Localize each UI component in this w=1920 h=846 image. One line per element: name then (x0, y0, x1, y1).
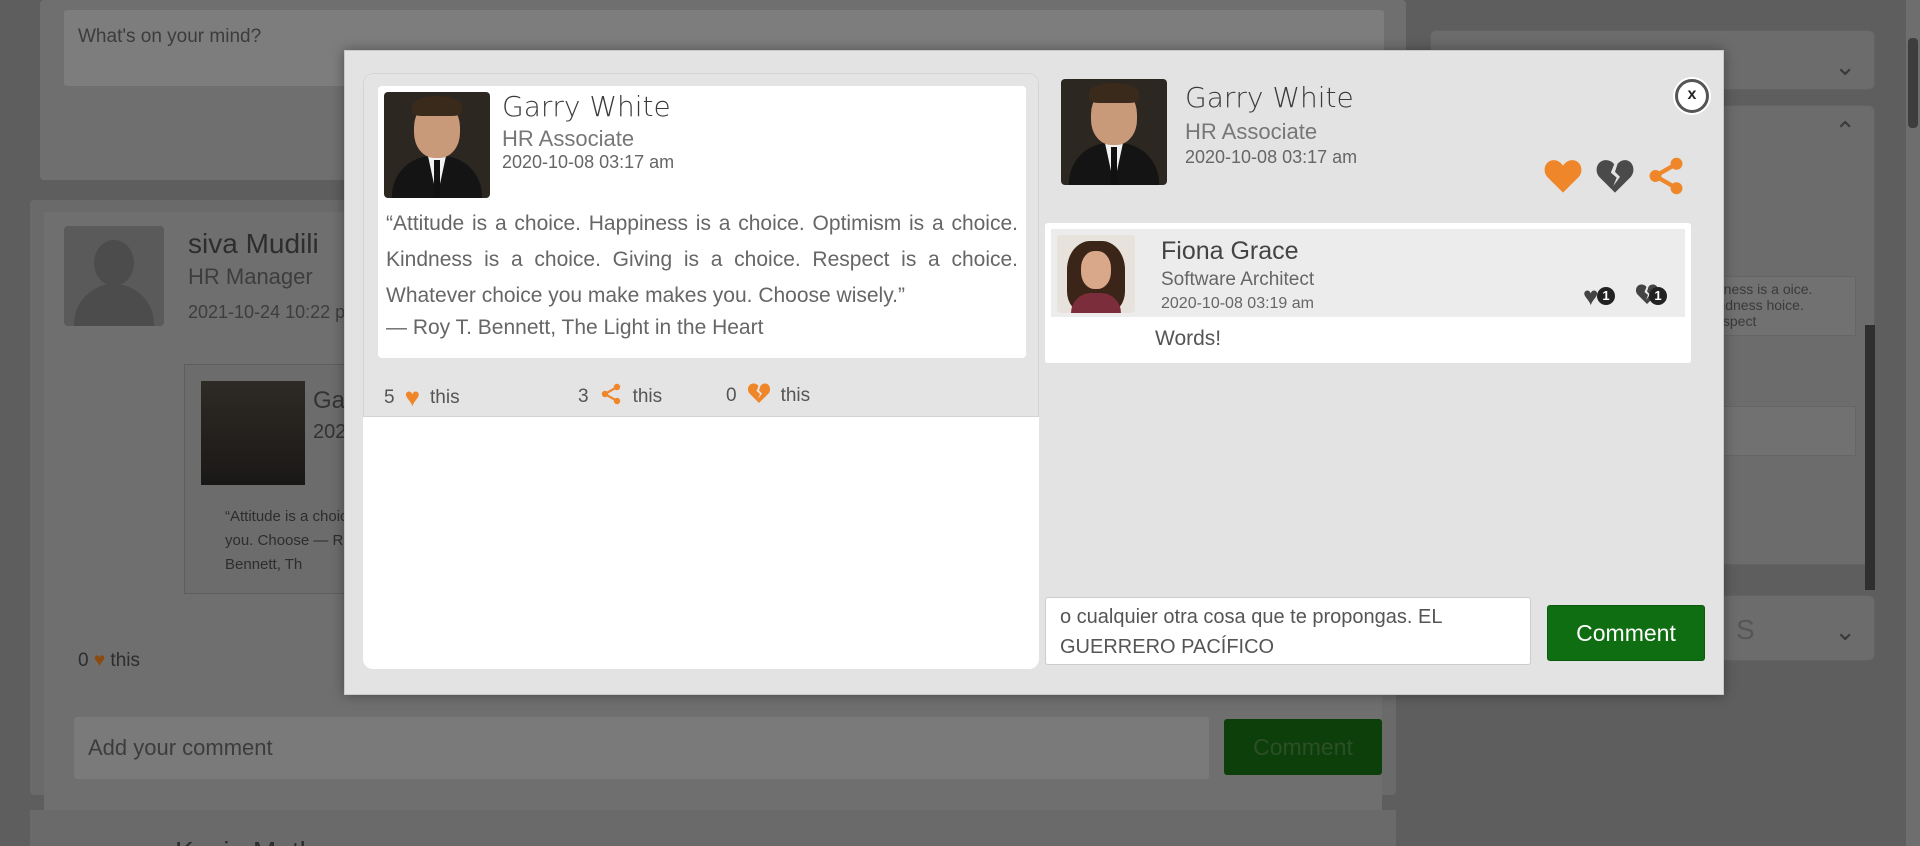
comment-author-role: Software Architect (1161, 269, 1315, 290)
reply-input[interactable]: o cualquier otra cosa que te propongas. … (1045, 597, 1531, 665)
chevron-down-icon[interactable]: ⌄ (1834, 616, 1856, 647)
stat-suffix: this (780, 385, 811, 406)
comment-author-name[interactable]: Fiona Grace (1161, 237, 1299, 266)
stat-suffix: this (430, 386, 460, 408)
post-date: 2020-10-08 03:17 am (502, 152, 675, 172)
post-container: Garry White HR Associate 2020-10-08 03:1… (363, 73, 1039, 417)
heart-icon[interactable] (1543, 157, 1583, 203)
comment-button[interactable]: Comment (1547, 605, 1705, 661)
like-count: 0 ♥ this (78, 650, 140, 671)
comment-dislike-count: 1 (1649, 287, 1667, 305)
post-detail-modal: x Garry White HR Associate 2020-10-08 03… (344, 50, 1724, 695)
post-date: 2021-10-24 10:22 pm (188, 302, 361, 322)
post-quote: “Attitude is a choice. Happiness is a ch… (386, 212, 1018, 307)
add-comment-input[interactable]: Add your comment (74, 717, 1209, 779)
share-icon[interactable] (599, 382, 623, 412)
share-stat[interactable]: 3 this (578, 382, 662, 412)
page-scrollbar[interactable] (1906, 0, 1920, 846)
stat-suffix: this (632, 386, 663, 407)
shared-date: 202 (313, 421, 347, 443)
post-author-name[interactable]: siva Mudili (188, 228, 319, 260)
comment-date: 2020-10-08 03:19 am (1161, 295, 1314, 312)
next-post: Kevin Mathews (30, 810, 1396, 846)
dislike-count: 0 (726, 385, 737, 406)
post-author-role: HR Manager (188, 264, 313, 289)
broken-heart-icon[interactable] (1595, 157, 1635, 203)
quote-author: — Roy T. Bennett, The Light in the Heart (386, 316, 764, 339)
detail-author-name[interactable]: Garry White (1185, 81, 1354, 114)
detail-author-role: HR Associate (1185, 119, 1318, 144)
post-author-role: HR Associate (502, 126, 635, 151)
comment-like-count: 1 (1597, 287, 1615, 305)
dislike-stat[interactable]: 0 this (726, 382, 810, 410)
avatar (201, 381, 305, 485)
avatar (1057, 235, 1135, 313)
broken-heart-icon[interactable] (747, 382, 771, 410)
chevron-down-icon[interactable]: ⌄ (1834, 51, 1856, 82)
sidebar-scrollbar[interactable] (1865, 325, 1875, 590)
avatar (64, 226, 164, 326)
share-icon[interactable] (1645, 155, 1687, 205)
detail-date: 2020-10-08 03:17 am (1185, 147, 1358, 167)
comment-dislike-button[interactable]: 1 (1635, 281, 1667, 312)
comment-text: Words! (1155, 327, 1222, 350)
share-count: 3 (578, 386, 589, 407)
comment-item: Fiona Grace Software Architect 2020-10-0… (1045, 223, 1691, 363)
comment-button[interactable]: Comment (1224, 719, 1382, 775)
comment-header: Fiona Grace Software Architect 2020-10-0… (1051, 229, 1685, 317)
sidebar-box-title: S (1736, 614, 1755, 645)
scrollbar-thumb[interactable] (1908, 38, 1918, 128)
post-panel: Garry White HR Associate 2020-10-08 03:1… (363, 73, 1039, 669)
post-card: Garry White HR Associate 2020-10-08 03:1… (378, 86, 1026, 358)
like-stat[interactable]: 5 ♥ this (384, 382, 460, 413)
close-button[interactable]: x (1675, 79, 1709, 113)
shared-author-name: Ga (313, 387, 346, 414)
chevron-up-icon[interactable]: ⌃ (1834, 116, 1856, 147)
avatar (1061, 79, 1167, 185)
avatar (384, 92, 490, 198)
comment-like-button[interactable]: ♥ 1 (1583, 281, 1615, 312)
post-author-name[interactable]: Kevin Mathews (175, 836, 365, 846)
heart-icon[interactable]: ♥ (94, 650, 105, 671)
like-count: 5 (384, 386, 395, 408)
heart-icon[interactable]: ♥ (405, 382, 420, 413)
post-author-name[interactable]: Garry White (502, 90, 671, 123)
